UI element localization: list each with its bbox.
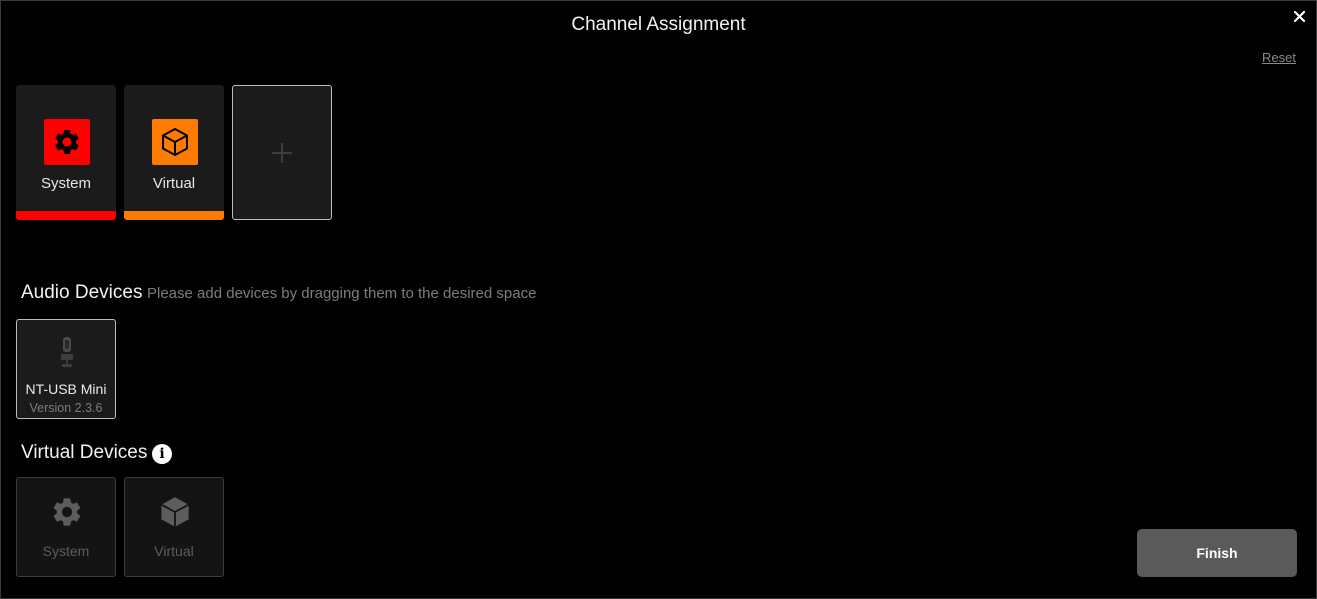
channel-tile-system[interactable]: System [16,85,116,220]
close-button[interactable] [1290,7,1308,25]
channel-label: Virtual [152,175,196,192]
channel-system-icon-box [44,119,90,165]
virtual-device-label: System [42,543,90,559]
channel-assignment-window: Channel Assignment Reset System Virtual [0,0,1317,599]
info-icon[interactable]: i [152,444,172,464]
device-version: Version 2.3.6 [29,401,103,415]
add-channel-button[interactable] [232,85,332,220]
window-title: Channel Assignment [571,14,746,35]
virtual-devices-title: Virtual Devices [21,442,148,463]
cube-icon [162,128,188,156]
virtual-device-system[interactable]: System [16,477,116,577]
finish-button[interactable]: Finish [1137,529,1297,577]
plus-icon [272,142,292,163]
cube-icon [160,497,190,527]
microphone-icon [61,337,73,367]
audio-device-nt-usb-mini[interactable]: NT-USB Mini Version 2.3.6 [16,319,116,419]
close-icon [1293,10,1305,22]
gear-icon [53,498,81,526]
reset-link[interactable]: Reset [1262,50,1296,65]
device-name: NT-USB Mini [25,381,107,397]
gear-icon [55,130,79,154]
channel-color-bar [124,211,224,220]
virtual-device-label: Virtual [154,543,194,559]
channel-virtual-icon-box [152,119,198,165]
channel-color-bar [16,211,116,220]
virtual-device-virtual[interactable]: Virtual [124,477,224,577]
channel-tile-virtual[interactable]: Virtual [124,85,224,220]
audio-devices-title: Audio Devices [21,282,143,303]
audio-devices-hint: Please add devices by dragging them to t… [147,285,537,302]
channel-label: System [40,175,91,192]
